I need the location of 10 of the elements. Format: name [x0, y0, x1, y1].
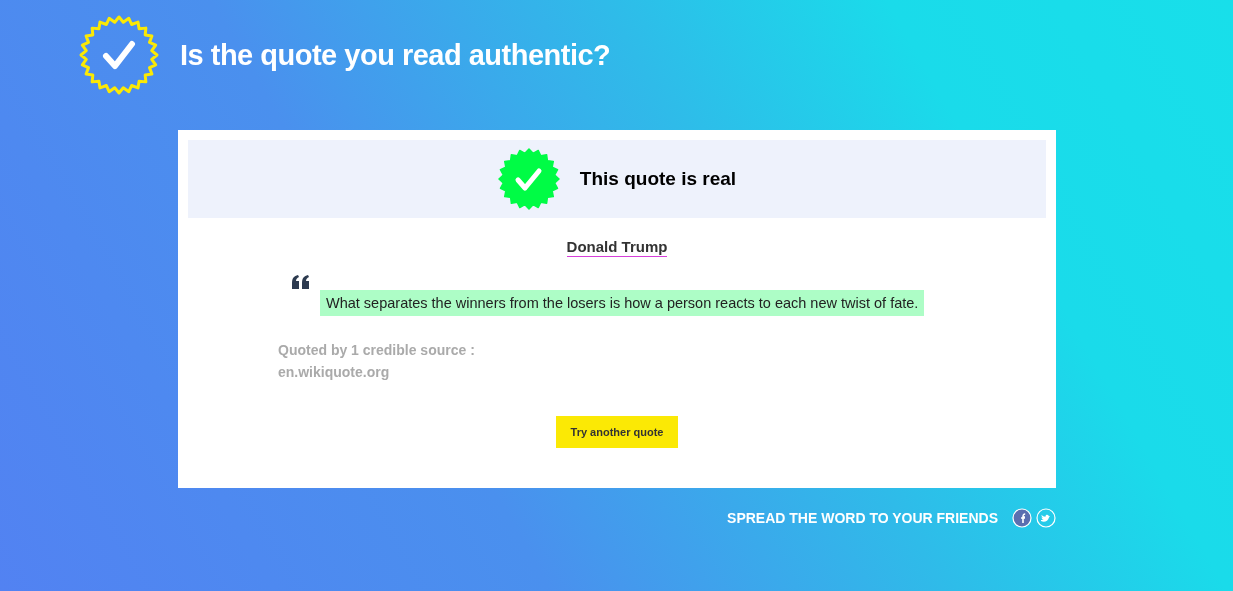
share-text: SPREAD THE WORD TO YOUR FRIENDS	[727, 510, 998, 526]
sources-label: Quoted by 1 credible source :	[278, 342, 475, 358]
author-link[interactable]: Donald Trump	[566, 238, 668, 257]
facebook-icon[interactable]	[1012, 508, 1032, 528]
quote-mark-icon	[292, 275, 310, 289]
verdict-text: This quote is real	[579, 168, 737, 190]
quote-text: What separates the winners from the losers is how a person reacts to each new twist of fate.	[320, 290, 925, 316]
page-title: Is the quote you read authentic?	[180, 38, 611, 72]
badge-check-icon	[78, 14, 160, 96]
try-another-button[interactable]: Try another quote	[555, 416, 679, 448]
